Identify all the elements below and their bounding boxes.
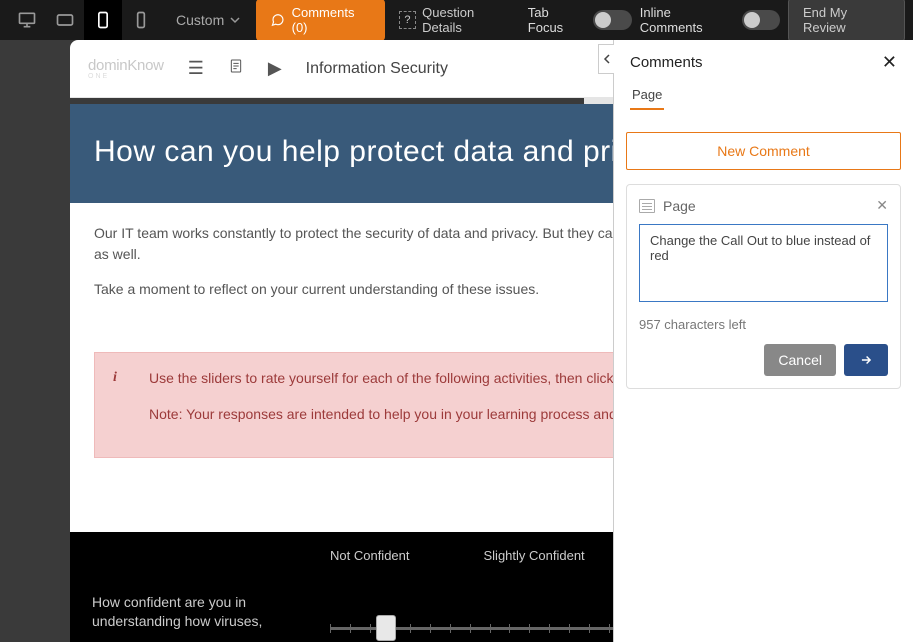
page-icon[interactable]: [228, 57, 244, 80]
page-title: Information Security: [306, 60, 448, 78]
tab-page[interactable]: Page: [630, 81, 664, 110]
tablet-portrait-icon[interactable]: [84, 0, 122, 40]
character-count: 957 characters left: [639, 317, 888, 332]
inline-comments-label: Inline Comments: [640, 5, 734, 35]
comment-actions: Cancel: [639, 344, 888, 376]
brand-logo: dominKnow ONE: [88, 57, 164, 80]
chevron-down-icon: [230, 15, 240, 25]
comment-target-label: Page: [663, 198, 696, 214]
question-icon: ?: [399, 11, 416, 29]
slider-handle[interactable]: [376, 615, 396, 641]
comments-tabs: Page: [614, 81, 913, 110]
top-toolbar: Custom Comments (0) ? Question Details T…: [0, 0, 913, 40]
confidence-label: Slightly Confident: [484, 548, 585, 563]
play-icon[interactable]: ▶: [268, 58, 282, 79]
inline-comments-toggle-group: Inline Comments: [640, 5, 780, 35]
dismiss-comment-icon[interactable]: ✕: [876, 197, 888, 214]
inline-comments-toggle[interactable]: [742, 10, 780, 30]
viewport-preset-label: Custom: [176, 12, 224, 28]
tab-focus-label: Tab Focus: [528, 5, 586, 35]
viewport-preset-select[interactable]: Custom: [168, 12, 248, 28]
tablet-landscape-icon[interactable]: [46, 0, 84, 40]
comments-panel-title: Comments: [630, 54, 703, 71]
device-switcher: [8, 0, 160, 40]
new-comment-button[interactable]: New Comment: [626, 132, 901, 170]
comment-textarea[interactable]: [639, 224, 888, 302]
comments-panel: Comments ✕ Page New Comment Page ✕ 957 c…: [613, 40, 913, 642]
speech-bubble-icon: [270, 13, 285, 27]
comments-button[interactable]: Comments (0): [256, 0, 385, 41]
close-icon[interactable]: ✕: [882, 52, 897, 73]
info-icon: i: [113, 367, 117, 389]
comment-card: Page ✕ 957 characters left Cancel: [626, 184, 901, 389]
desktop-icon[interactable]: [8, 0, 46, 40]
comments-panel-header: Comments ✕: [614, 40, 913, 81]
logo-subtext: ONE: [88, 73, 164, 80]
survey-question: How confident are you in understanding h…: [92, 593, 292, 632]
phone-icon[interactable]: [122, 0, 160, 40]
menu-icon[interactable]: ☰: [188, 58, 204, 79]
chevron-left-icon: [603, 54, 611, 64]
logo-text: dominKnow: [88, 57, 164, 74]
confidence-label: Not Confident: [330, 548, 410, 563]
question-details-button[interactable]: ? Question Details: [393, 5, 520, 35]
comment-card-header: Page ✕: [639, 197, 888, 214]
tab-focus-toggle[interactable]: [593, 10, 631, 30]
page-icon: [639, 199, 655, 213]
arrow-right-icon: [858, 353, 874, 367]
question-details-label: Question Details: [422, 5, 514, 35]
comments-button-label: Comments (0): [292, 5, 371, 35]
cancel-button[interactable]: Cancel: [764, 344, 836, 376]
tab-focus-toggle-group: Tab Focus: [528, 5, 632, 35]
end-review-button[interactable]: End My Review: [788, 0, 905, 42]
submit-button[interactable]: [844, 344, 888, 376]
collapse-panel-button[interactable]: [598, 44, 614, 74]
